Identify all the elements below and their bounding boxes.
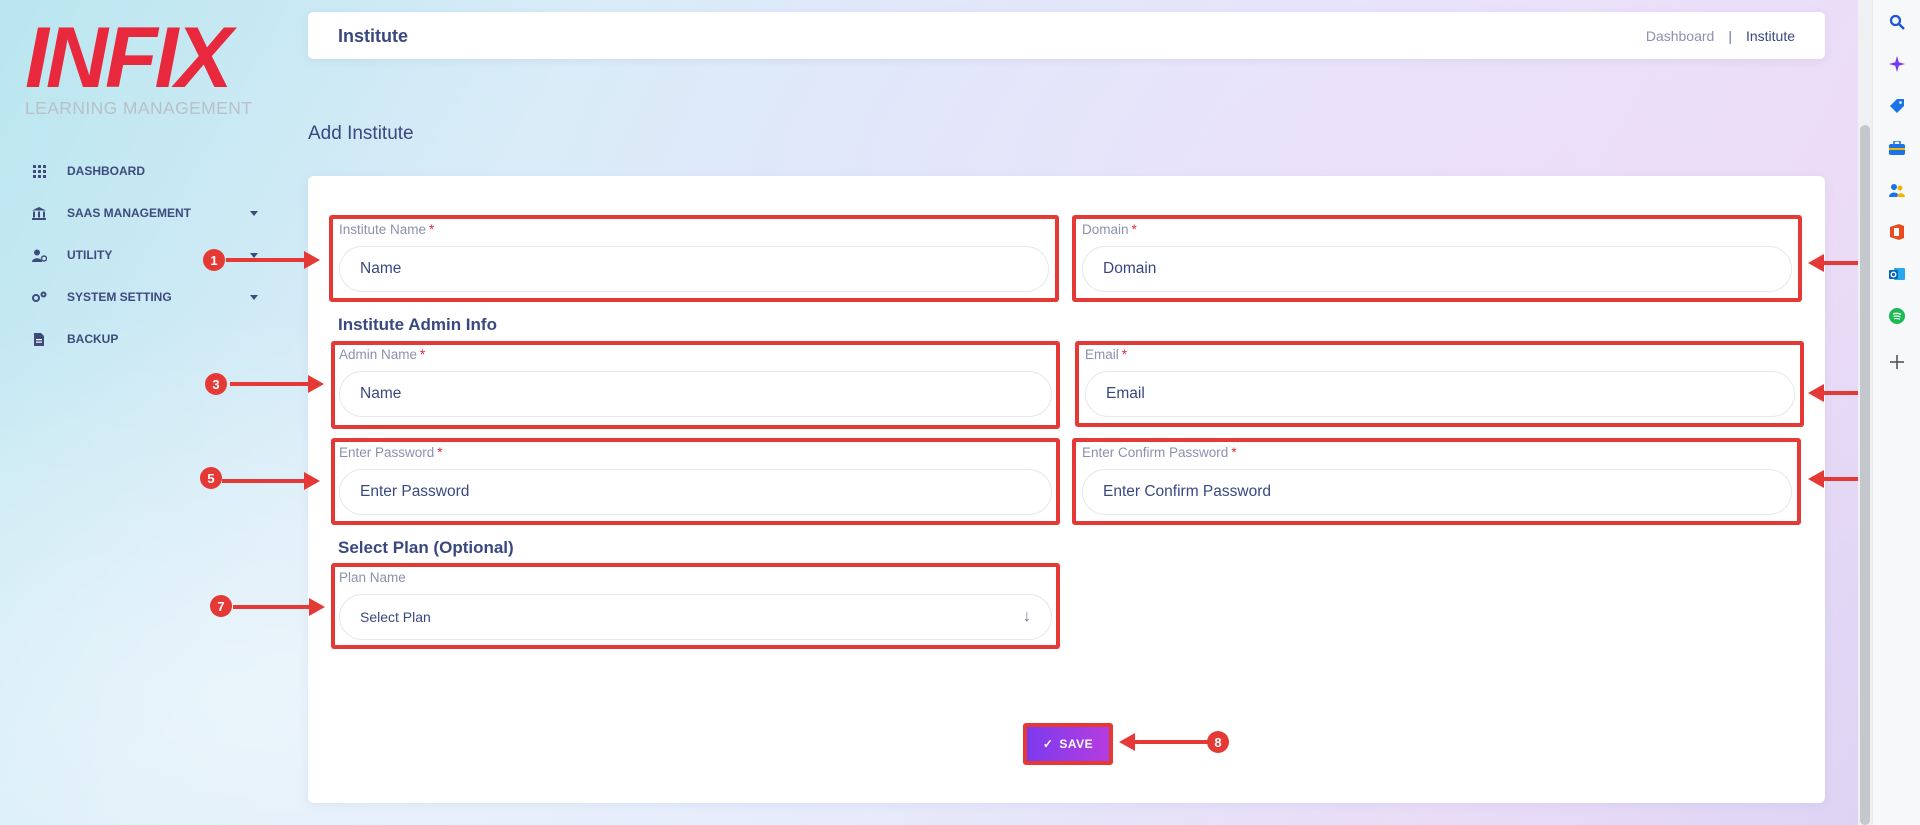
browser-side-toolbar xyxy=(1872,0,1920,825)
annotation-arrow-5 xyxy=(222,472,320,490)
institute-name-input[interactable] xyxy=(339,246,1049,292)
search-icon[interactable] xyxy=(1887,12,1907,32)
sidebar-item-label: DASHBOARD xyxy=(67,164,145,178)
password-label: Enter Password * xyxy=(339,445,443,460)
caret-down-icon xyxy=(250,210,258,216)
annotation-badge-3: 3 xyxy=(205,373,227,395)
sidebar-item-utility[interactable]: UTILITY xyxy=(30,234,270,276)
office-icon[interactable] xyxy=(1887,222,1907,242)
confirm-password-field: Enter Confirm Password * xyxy=(1074,439,1800,525)
sidebar-item-label: SAAS MANAGEMENT xyxy=(67,206,192,220)
sidebar-item-label: SYSTEM SETTING xyxy=(67,290,172,304)
admin-info-heading: Institute Admin Info xyxy=(338,315,497,334)
file-icon xyxy=(30,332,48,346)
caret-down-icon xyxy=(250,294,258,300)
outlook-icon[interactable] xyxy=(1887,264,1907,284)
logo-wordmark: INFIX xyxy=(25,10,233,106)
page-header: Institute Dashboard | Institute xyxy=(308,12,1825,59)
grid-icon xyxy=(30,164,48,178)
check-icon: ✓ xyxy=(1042,737,1054,751)
annotation-badge-8: 8 xyxy=(1207,731,1229,753)
email-input[interactable] xyxy=(1085,371,1795,417)
plan-select-value: Select Plan xyxy=(360,609,431,625)
password-input[interactable] xyxy=(339,469,1052,515)
sidebar: INFIX LEARNING MANAGEMENT DASHBOARD SAAS… xyxy=(0,0,300,825)
user-gear-icon xyxy=(30,248,48,262)
plan-field: Plan Name Select Plan ↓ xyxy=(331,564,1060,648)
email-label: Email * xyxy=(1085,347,1128,362)
plan-name-label: Plan Name xyxy=(339,570,406,585)
confirm-password-input[interactable] xyxy=(1082,469,1792,515)
annotation-badge-7: 7 xyxy=(210,595,232,617)
annotation-badge-5: 5 xyxy=(200,467,222,489)
annotation-arrow-3 xyxy=(230,375,324,393)
sidebar-item-system-setting[interactable]: SYSTEM SETTING xyxy=(30,276,270,318)
save-button[interactable]: ✓ SAVE xyxy=(1023,723,1113,765)
annotation-arrow-1 xyxy=(226,251,320,269)
plan-select[interactable]: Select Plan ↓ xyxy=(339,594,1052,640)
spotify-icon[interactable] xyxy=(1887,306,1907,326)
logo-tagline: LEARNING MANAGEMENT xyxy=(25,98,253,118)
domain-field: Domain * xyxy=(1074,216,1800,300)
gears-icon xyxy=(30,290,48,304)
header-title: Institute xyxy=(338,26,408,46)
sidebar-item-saas-management[interactable]: SAAS MANAGEMENT xyxy=(30,192,270,234)
page-title: Add Institute xyxy=(308,123,414,144)
annotation-arrow-8 xyxy=(1119,733,1208,751)
plan-section-heading: Select Plan (Optional) xyxy=(338,538,514,557)
admin-name-label: Admin Name * xyxy=(339,347,426,362)
admin-name-field: Admin Name * xyxy=(331,341,1060,427)
briefcase-icon[interactable] xyxy=(1887,138,1907,158)
page-scrollbar[interactable] xyxy=(1858,0,1872,825)
sidebar-item-label: BACKUP xyxy=(67,332,119,346)
email-field: Email * xyxy=(1077,341,1803,427)
sidebar-item-backup[interactable]: BACKUP xyxy=(30,318,270,360)
institute-name-label: Institute Name * xyxy=(339,222,435,237)
sidebar-item-dashboard[interactable]: DASHBOARD xyxy=(30,150,270,192)
sidebar-nav: DASHBOARD SAAS MANAGEMENT UTILITY SYSTEM… xyxy=(30,150,270,360)
breadcrumb: Dashboard | Institute xyxy=(1646,28,1795,44)
breadcrumb-dashboard-link[interactable]: Dashboard xyxy=(1646,28,1715,44)
scrollbar-thumb[interactable] xyxy=(1860,125,1870,825)
institute-name-field: Institute Name * xyxy=(331,216,1057,300)
annotation-badge-1: 1 xyxy=(203,249,225,271)
annotation-arrow-7 xyxy=(233,598,325,616)
admin-name-input[interactable] xyxy=(339,371,1052,417)
logo[interactable]: INFIX LEARNING MANAGEMENT xyxy=(25,10,255,119)
password-field: Enter Password * xyxy=(331,439,1060,525)
bank-icon xyxy=(30,206,48,220)
breadcrumb-current: Institute xyxy=(1745,28,1795,44)
sparkle-icon[interactable] xyxy=(1887,54,1907,74)
domain-label: Domain * xyxy=(1082,222,1137,237)
domain-input[interactable] xyxy=(1082,246,1792,292)
people-icon[interactable] xyxy=(1887,180,1907,200)
caret-down-icon xyxy=(250,252,258,258)
save-button-label: SAVE xyxy=(1059,737,1094,751)
breadcrumb-separator: | xyxy=(1728,28,1732,44)
plus-icon[interactable] xyxy=(1887,352,1907,372)
arrow-down-icon: ↓ xyxy=(1023,608,1031,625)
confirm-password-label: Enter Confirm Password * xyxy=(1082,445,1237,460)
tag-icon[interactable] xyxy=(1887,96,1907,116)
